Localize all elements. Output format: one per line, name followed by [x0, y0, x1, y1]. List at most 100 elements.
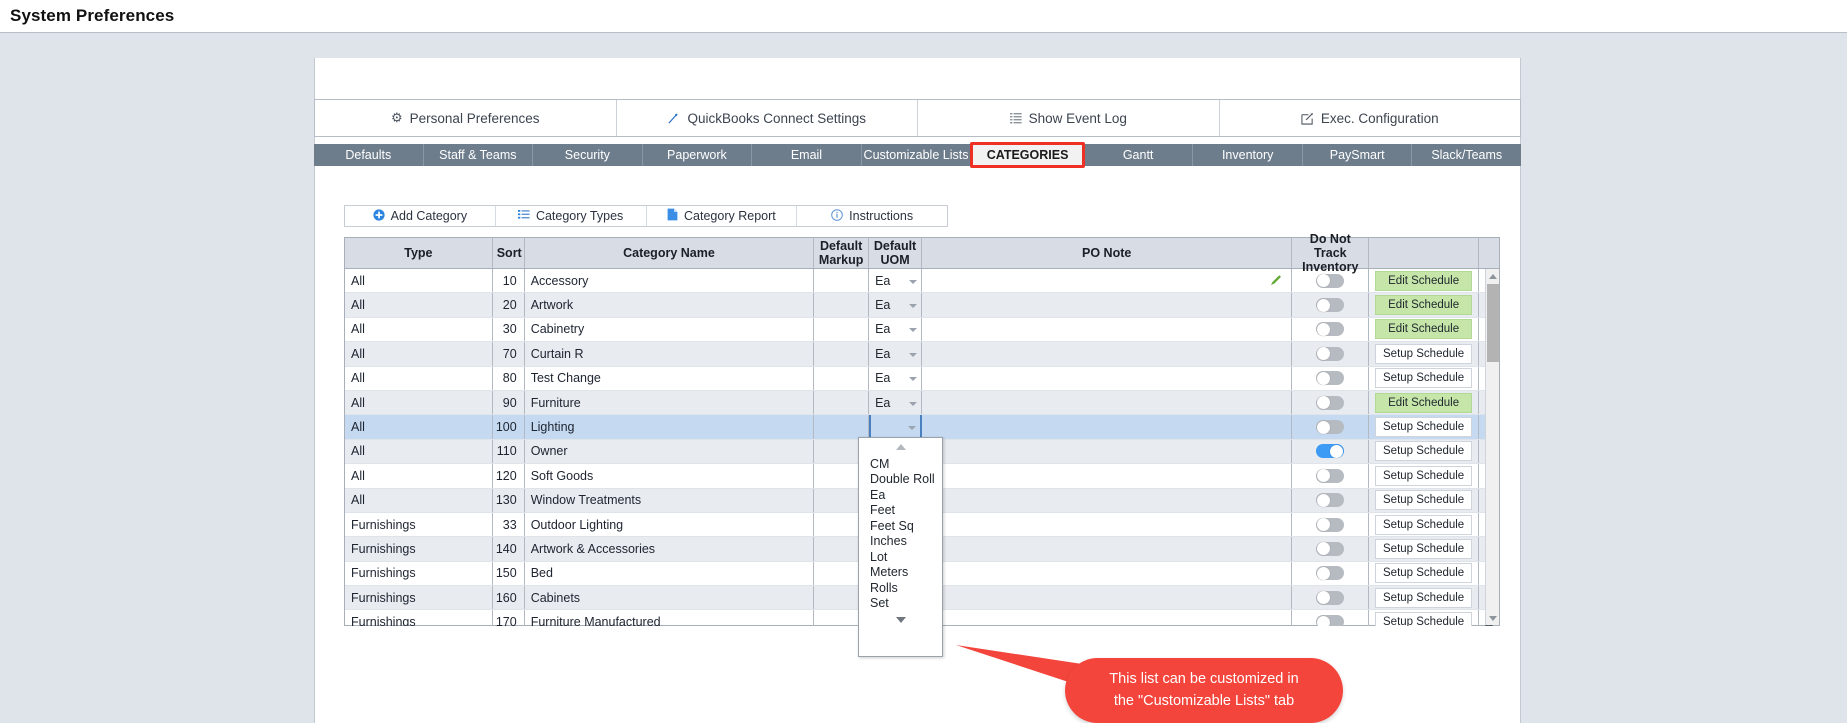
setup-schedule-button[interactable]: Setup Schedule	[1375, 563, 1473, 584]
cell-category-name[interactable]: Curtain R	[525, 342, 815, 366]
cell-sort[interactable]: 70	[493, 342, 525, 366]
cell-po-note[interactable]	[922, 561, 1293, 586]
do-not-track-toggle[interactable]	[1316, 468, 1345, 483]
cell-schedule[interactable]: Setup Schedule	[1369, 586, 1480, 610]
cell-po-note[interactable]	[922, 366, 1293, 390]
pencil-edit-icon[interactable]	[1270, 274, 1282, 286]
setup-schedule-button[interactable]: Setup Schedule	[1375, 441, 1473, 462]
column-header-po-note[interactable]: PO Note	[922, 238, 1293, 268]
do-not-track-toggle[interactable]	[1316, 541, 1345, 556]
chevron-down-icon[interactable]	[909, 352, 918, 357]
cell-do-not-track-inventory[interactable]	[1292, 415, 1370, 439]
cell-default-markup[interactable]	[814, 415, 870, 439]
cell-schedule[interactable]: Setup Schedule	[1369, 342, 1480, 366]
setup-schedule-button[interactable]: Setup Schedule	[1375, 417, 1473, 438]
sub-tab-defaults[interactable]: Defaults	[314, 144, 424, 166]
cell-do-not-track-inventory[interactable]	[1292, 366, 1370, 390]
do-not-track-toggle[interactable]	[1316, 444, 1345, 459]
cell-po-note[interactable]	[922, 488, 1293, 512]
cell-sort[interactable]: 30	[493, 317, 525, 342]
cell-category-name[interactable]: Lighting	[525, 415, 815, 439]
uom-option[interactable]: Feet	[859, 503, 942, 519]
cell-po-note[interactable]	[922, 439, 1293, 464]
cell-sort[interactable]: 130	[493, 488, 525, 512]
uom-option[interactable]: Lot	[859, 549, 942, 565]
sub-tab-paysmart[interactable]: PaySmart	[1302, 144, 1413, 166]
cell-category-name[interactable]: Window Treatments	[525, 488, 815, 512]
sub-tab-security[interactable]: Security	[533, 144, 643, 166]
cell-default-markup[interactable]	[814, 269, 870, 293]
table-row[interactable]: All 90 Furniture Ea Edit Schedule	[345, 390, 1499, 416]
cell-default-uom[interactable]: Ea	[869, 293, 923, 317]
do-not-track-toggle[interactable]	[1316, 493, 1345, 508]
cell-schedule[interactable]: Edit Schedule	[1369, 293, 1480, 317]
cell-do-not-track-inventory[interactable]	[1292, 610, 1370, 626]
cell-category-name[interactable]: Soft Goods	[525, 464, 815, 488]
setup-schedule-button[interactable]: Setup Schedule	[1375, 343, 1473, 364]
cell-po-note[interactable]	[922, 464, 1293, 488]
column-header-type[interactable]: Type	[345, 238, 493, 268]
cell-sort[interactable]: 120	[493, 464, 525, 488]
chevron-down-icon[interactable]	[909, 279, 918, 284]
do-not-track-toggle[interactable]	[1316, 420, 1345, 435]
cell-default-uom[interactable]: Ea	[869, 366, 923, 390]
cell-po-note[interactable]	[922, 390, 1293, 415]
cell-do-not-track-inventory[interactable]	[1292, 439, 1370, 464]
setup-schedule-button[interactable]: Setup Schedule	[1375, 538, 1473, 559]
uom-option[interactable]: Ea	[859, 487, 942, 503]
cell-do-not-track-inventory[interactable]	[1292, 293, 1370, 317]
cell-default-markup[interactable]	[814, 390, 870, 415]
cell-sort[interactable]: 100	[493, 415, 525, 439]
column-header-do-not-track-inventory[interactable]: Do Not Track Inventory	[1292, 232, 1370, 274]
chevron-down-icon[interactable]	[909, 328, 918, 333]
cell-default-uom[interactable]: Ea	[869, 342, 923, 366]
table-row[interactable]: All 30 Cabinetry Ea Edit Schedule	[345, 317, 1499, 343]
category-types-button[interactable]: Category Types	[495, 206, 647, 226]
table-row[interactable]: All 10 Accessory Ea Edit Schedule	[345, 269, 1499, 294]
scrollbar-thumb[interactable]	[1487, 284, 1499, 362]
sub-tab-customizable-lists[interactable]: Customizable Lists	[861, 144, 972, 166]
table-row[interactable]: All 20 Artwork Ea Edit Schedule	[345, 293, 1499, 318]
setup-schedule-button[interactable]: Setup Schedule	[1375, 368, 1473, 389]
cell-schedule[interactable]: Setup Schedule	[1369, 512, 1480, 537]
setup-schedule-button[interactable]: Setup Schedule	[1375, 514, 1473, 535]
cell-category-name[interactable]: Artwork & Accessories	[525, 537, 815, 561]
cell-do-not-track-inventory[interactable]	[1292, 488, 1370, 512]
do-not-track-toggle[interactable]	[1316, 273, 1345, 288]
cell-sort[interactable]: 20	[493, 293, 525, 317]
do-not-track-toggle[interactable]	[1316, 566, 1345, 581]
cell-schedule[interactable]: Edit Schedule	[1369, 390, 1480, 415]
cell-po-note[interactable]	[922, 317, 1293, 342]
column-header-sort[interactable]: Sort	[493, 238, 525, 268]
uom-option[interactable]: Inches	[859, 534, 942, 550]
do-not-track-toggle[interactable]	[1316, 322, 1345, 337]
setup-schedule-button[interactable]: Setup Schedule	[1375, 612, 1473, 626]
cell-po-note[interactable]	[922, 342, 1293, 366]
instructions-button[interactable]: Instructions	[797, 206, 947, 226]
cell-category-name[interactable]: Owner	[525, 439, 815, 464]
cell-category-name[interactable]: Artwork	[525, 293, 815, 317]
table-row[interactable]: All 70 Curtain R Ea Setup Schedule	[345, 342, 1499, 367]
do-not-track-toggle[interactable]	[1316, 346, 1345, 361]
cell-category-name[interactable]: Furniture Manufactured	[525, 610, 815, 626]
cell-default-markup[interactable]	[814, 342, 870, 366]
scroll-down-arrow-icon[interactable]	[1486, 611, 1500, 625]
table-row[interactable]: All 80 Test Change Ea Setup Schedule	[345, 366, 1499, 391]
cell-default-uom[interactable]	[869, 415, 923, 439]
cell-sort[interactable]: 80	[493, 366, 525, 390]
column-header-default-uom[interactable]: Default UOM	[869, 238, 922, 268]
cell-schedule[interactable]: Setup Schedule	[1369, 439, 1480, 464]
do-not-track-toggle[interactable]	[1316, 298, 1345, 313]
cell-sort[interactable]: 33	[493, 512, 525, 537]
uom-option[interactable]: Double Roll	[859, 472, 942, 488]
setup-schedule-button[interactable]: Setup Schedule	[1375, 490, 1473, 511]
cell-schedule[interactable]: Setup Schedule	[1369, 537, 1480, 561]
sub-tab-gantt[interactable]: Gantt	[1083, 144, 1194, 166]
cell-do-not-track-inventory[interactable]	[1292, 561, 1370, 586]
cell-default-uom[interactable]: Ea	[869, 317, 923, 342]
cell-po-note[interactable]	[922, 293, 1293, 317]
cell-do-not-track-inventory[interactable]	[1292, 512, 1370, 537]
cell-category-name[interactable]: Accessory	[525, 269, 815, 293]
uom-dropdown-list[interactable]: CM Double Roll Ea Feet Feet Sq Inches Lot Meter…	[858, 437, 943, 657]
cell-category-name[interactable]: Furniture	[525, 390, 815, 415]
